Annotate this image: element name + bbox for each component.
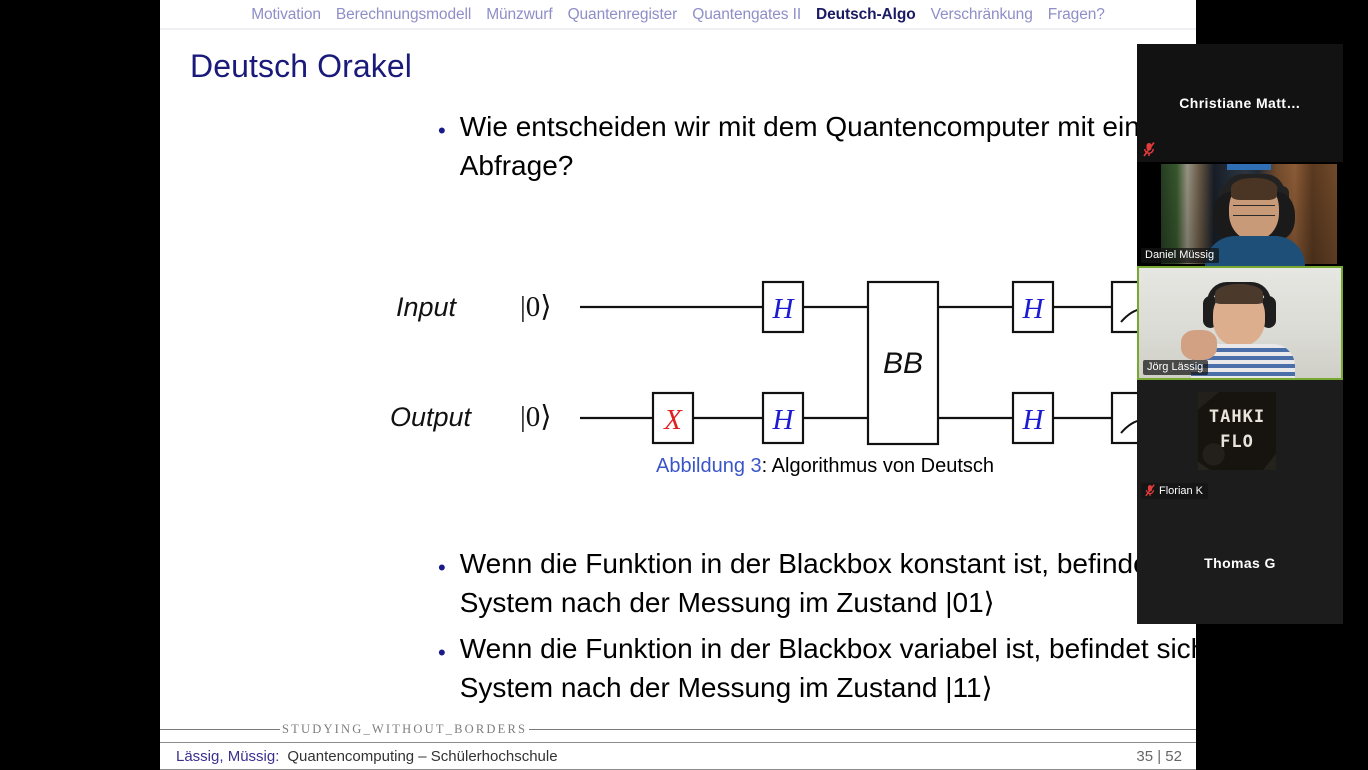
participant-name: Christiane Matt… [1179, 95, 1301, 111]
bullet-item: • Wenn die Funktion in der Blackbox vari… [438, 630, 1308, 707]
blackbox-label: BB [883, 347, 923, 380]
glasses-icon [1233, 205, 1275, 216]
slide-footer: Lässig, Müssig: Quantencomputing – Schül… [160, 742, 1196, 770]
participant-hair [1215, 284, 1263, 304]
nav-item-muenzwurf[interactable]: Münzwurf [486, 6, 552, 24]
avatar: TAHKI FLO [1198, 392, 1276, 470]
circuit-diagram-svg: BB H H X H H [580, 280, 1248, 446]
figure-caption-text: Algorithmus von Deutsch [771, 455, 994, 477]
gate-h-top-1-label: H [772, 293, 796, 325]
video-window-chrome [1227, 164, 1271, 170]
figure-caption-separator: : [761, 455, 768, 477]
participant-tile-joerg[interactable]: Jörg Lässig [1137, 266, 1343, 380]
divider-right [529, 728, 1196, 730]
nav-item-verschraenkung[interactable]: Verschränkung [931, 6, 1033, 24]
footer-authors: Lässig, Müssig: [176, 747, 280, 765]
avatar-text-line-1: TAHKI [1208, 407, 1266, 427]
participant-tile-florian[interactable]: TAHKI FLO Florian K [1137, 380, 1343, 502]
figure-caption-number: Abbildung 3 [656, 455, 762, 477]
quantum-circuit-figure: Input Output |0⟩ |0⟩ BB H H X H H Abbild… [390, 270, 1260, 500]
participant-torso [1205, 236, 1305, 266]
gate-h-bottom-2-label: H [1022, 404, 1046, 436]
nav-item-quantengates-ii[interactable]: Quantengates II [692, 6, 801, 24]
nav-item-deutsch-algo[interactable]: Deutsch-Algo [816, 6, 916, 24]
participant-tile-daniel[interactable]: Daniel Müssig [1137, 162, 1343, 266]
gate-x-bottom-label: X [663, 404, 683, 436]
bullet-dot-icon: • [438, 118, 446, 143]
gate-h-top-2-label: H [1022, 293, 1046, 325]
participant-name: Florian K [1159, 484, 1204, 497]
screen: Motivation Berechnungsmodell Münzwurf Qu… [0, 0, 1368, 770]
video-conference-panel: Christiane Matt… Daniel Müssig Jörg Läss… [1137, 44, 1343, 624]
participant-name: Daniel Müssig [1145, 249, 1215, 261]
mic-muted-icon [1143, 142, 1155, 157]
nav-item-motivation[interactable]: Motivation [251, 6, 321, 24]
participant-name-tag: Jörg Lässig [1143, 360, 1209, 375]
nav-item-quantenregister[interactable]: Quantenregister [568, 6, 678, 24]
footer-subject: Quantencomputing – Schülerhochschule [287, 747, 558, 765]
participant-name-tag: Daniel Müssig [1141, 248, 1220, 263]
nav-item-berechnungsmodell[interactable]: Berechnungsmodell [336, 6, 471, 24]
bullet-text: Wenn die Funktion in der Blackbox variab… [459, 633, 1260, 703]
organization-logo-text: STUDYING_WITHOUT_BORDERS [282, 721, 528, 736]
participant-tile-thomas[interactable]: Thomas G [1137, 502, 1343, 624]
participant-hair [1231, 178, 1277, 200]
presentation-slide: Motivation Berechnungsmodell Münzwurf Qu… [160, 0, 1267, 770]
nav-item-fragen[interactable]: Fragen? [1048, 6, 1105, 24]
footer-page-number: 35 | 52 [1136, 747, 1182, 765]
divider-left [160, 728, 280, 730]
participant-name: Thomas G [1204, 555, 1276, 571]
participant-name-tag: Florian K [1141, 483, 1209, 499]
bullet-dot-icon: • [438, 640, 446, 665]
mic-muted-icon [1145, 484, 1155, 497]
slide-navigation-bar: Motivation Berechnungsmodell Münzwurf Qu… [160, 0, 1196, 30]
bullet-dot-icon: • [438, 555, 446, 580]
participant-hand [1181, 330, 1217, 360]
page-title: Deutsch Orakel [190, 48, 412, 84]
gate-h-bottom-1-label: H [772, 404, 796, 436]
footer-logo-row: STUDYING_WITHOUT_BORDERS [160, 718, 1196, 740]
avatar-text-line-2: FLO [1220, 432, 1254, 452]
figure-caption: Abbildung 3: Algorithmus von Deutsch [390, 455, 1260, 478]
participant-tile-christiane[interactable]: Christiane Matt… [1137, 44, 1343, 162]
participant-name: Jörg Lässig [1147, 361, 1204, 373]
